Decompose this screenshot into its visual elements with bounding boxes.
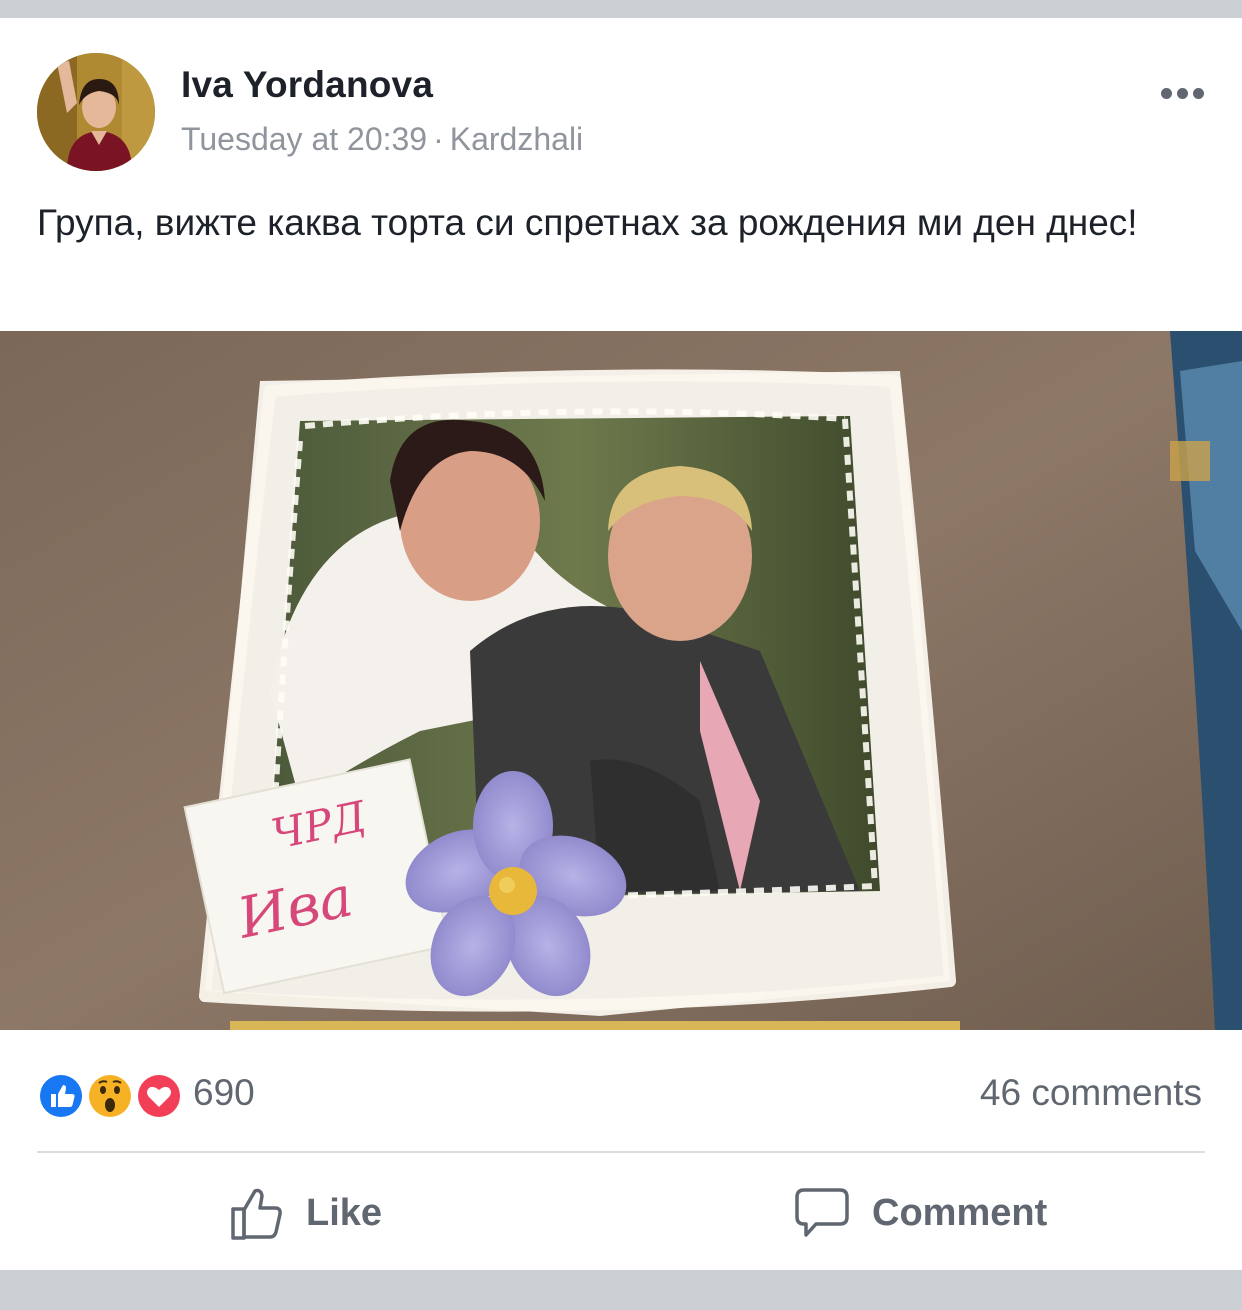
meta-separator: · xyxy=(433,121,444,157)
post-card: Iva Yordanova Tuesday at 20:39 · Kardzhali… xyxy=(0,18,1242,1270)
post-meta: Tuesday at 20:39 · Kardzhali xyxy=(181,121,583,158)
reactions-bar: 690 46 comments xyxy=(0,1058,1242,1128)
more-dot xyxy=(1176,87,1188,99)
cake-photo: ЧРД Ива xyxy=(0,331,1242,1030)
post-text: Група, вижте каква торта си спретнах за … xyxy=(37,202,1138,243)
comments-count[interactable]: 46 comments xyxy=(980,1072,1202,1114)
comment-label: Comment xyxy=(872,1191,1048,1234)
love-icon xyxy=(135,1072,183,1120)
comment-button[interactable]: Comment xyxy=(794,1168,1047,1258)
like-label: Like xyxy=(306,1191,383,1234)
more-options-icon[interactable] xyxy=(1150,78,1214,108)
post-timestamp[interactable]: Tuesday at 20:39 xyxy=(181,121,427,157)
post-location[interactable]: Kardzhali xyxy=(450,121,583,157)
post-header: Iva Yordanova Tuesday at 20:39 · Kardzhali xyxy=(0,18,1242,188)
like-button[interactable]: Like xyxy=(230,1168,382,1258)
more-dot xyxy=(1192,87,1204,99)
more-dot xyxy=(1160,87,1172,99)
avatar-photo xyxy=(37,53,155,171)
like-icon xyxy=(37,1072,85,1120)
reaction-icons[interactable] xyxy=(37,1070,187,1122)
author-avatar[interactable] xyxy=(37,53,155,171)
reaction-count[interactable]: 690 xyxy=(193,1072,255,1114)
post-photo[interactable]: ЧРД Ива xyxy=(0,331,1242,1030)
wow-icon xyxy=(86,1072,134,1120)
author-name[interactable]: Iva Yordanova xyxy=(181,64,433,106)
thumbs-up-icon xyxy=(231,1188,282,1240)
actions-divider xyxy=(37,1151,1205,1153)
comment-icon xyxy=(795,1188,849,1237)
